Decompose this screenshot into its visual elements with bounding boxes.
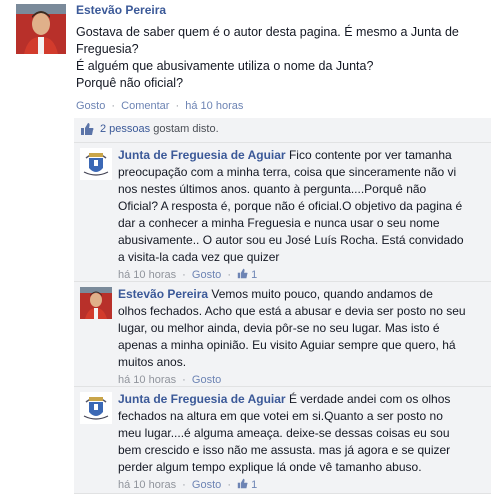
likes-suffix: gostam disto.: [150, 123, 219, 135]
thumbs-up-icon: [81, 123, 94, 135]
comment-like-link[interactable]: Gosto: [192, 374, 221, 386]
likes-count-link[interactable]: 2 pessoas: [100, 123, 150, 135]
comment-author[interactable]: Junta de Freguesia de Aguiar: [118, 148, 286, 162]
comment-text: dar a conhecer a minha Freguesia e nunca…: [118, 216, 440, 230]
comment-text: meu lugar....é alguma ameaça. deixe-se d…: [118, 426, 450, 440]
comment-text: abusivamente.. O autor sou eu José Luís …: [118, 233, 464, 247]
comment-text: apenas a minha opinião. Eu visito Aguiar…: [118, 338, 456, 352]
coat-of-arms-avatar[interactable]: [80, 392, 112, 424]
comment-text: fechados na altura em que votei em si.Qu…: [118, 409, 443, 423]
post-text-line: Porquê não oficial?: [76, 76, 184, 90]
comment-timestamp[interactable]: há 10 horas: [118, 374, 176, 386]
comment-author[interactable]: Estevão Pereira: [118, 287, 208, 301]
coat-of-arms-avatar[interactable]: [80, 148, 112, 180]
post-timestamp[interactable]: há 10 horas: [185, 100, 243, 112]
comment-text: nos nestes últimos anos. quanto à pergun…: [118, 182, 427, 196]
separator: ·: [182, 479, 186, 491]
comment-like-link[interactable]: Gosto: [192, 269, 221, 281]
post-text-line: Gostava de saber quem é o autor desta pa…: [76, 25, 459, 39]
comment-body: Estevão Pereira Vemos muito pouco, quand…: [118, 286, 488, 389]
post-text: Gostava de saber quem é o autor desta pa…: [76, 24, 486, 92]
comment-body: Junta de Freguesia de Aguiar É verdade a…: [118, 391, 488, 494]
author-avatar[interactable]: [80, 287, 112, 319]
separator: ·: [227, 269, 231, 281]
comment-like-count[interactable]: 1: [251, 479, 257, 491]
comment-text: preocupação com a minha terra, coisa que…: [118, 165, 457, 179]
separator: ·: [175, 100, 180, 112]
comment: Estevão Pereira Vemos muito pouco, quand…: [74, 282, 491, 387]
separator: ·: [111, 100, 116, 112]
comment-timestamp[interactable]: há 10 horas: [118, 479, 176, 491]
comment-text: muitos anos.: [118, 355, 187, 369]
likes-bar: 2 pessoas gostam disto.: [74, 118, 491, 143]
comment: Junta de Freguesia de Aguiar Fico conten…: [74, 143, 491, 282]
comment-text: É verdade andei com os olhos: [285, 392, 451, 406]
comment-meta: há 10 horas · Gosto · 1: [118, 477, 488, 494]
separator: ·: [182, 374, 186, 386]
thumbs-up-icon[interactable]: [237, 478, 248, 489]
like-link[interactable]: Gosto: [76, 100, 105, 112]
comment-text: lugar, ou melhor ainda, devia pôr-se no …: [118, 321, 440, 335]
thumbs-up-icon[interactable]: [237, 268, 248, 279]
comment-text: olhos fechados. Acho que está a abusar e…: [118, 304, 466, 318]
likes-summary: 2 pessoas gostam disto.: [100, 123, 219, 135]
post-text-line: É alguém que abusivamente utiliza o nome…: [76, 59, 374, 73]
comment-timestamp[interactable]: há 10 horas: [118, 269, 176, 281]
comment-text: a visita-la cada vez que quizer: [118, 250, 280, 264]
comment-author[interactable]: Junta de Freguesia de Aguiar: [118, 392, 286, 406]
post-text-line: Freguesia?: [76, 42, 139, 56]
comment: Junta de Freguesia de Aguiar É verdade a…: [74, 387, 491, 494]
comment-body: Junta de Freguesia de Aguiar Fico conten…: [118, 147, 488, 284]
comment-text: Oficial? A resposta é, porque não é ofic…: [118, 199, 463, 213]
comment-link[interactable]: Comentar: [121, 100, 169, 112]
post-author[interactable]: Estevão Pereira: [76, 3, 166, 17]
comment-text: Vemos muito pouco, quando andamos de: [208, 287, 433, 301]
comment-text: bem crescido e isso não me assusta. mas …: [118, 443, 451, 457]
separator: ·: [227, 479, 231, 491]
comment-text: Fico contente por ver tamanha: [285, 148, 452, 162]
comment-like-count[interactable]: 1: [251, 269, 257, 281]
post-actions: Gosto · Comentar · há 10 horas: [76, 100, 243, 112]
comment-like-link[interactable]: Gosto: [192, 479, 221, 491]
comment-text: perder algum tempo explique lá onde vê t…: [118, 460, 422, 474]
author-avatar[interactable]: [16, 4, 66, 54]
separator: ·: [182, 269, 186, 281]
